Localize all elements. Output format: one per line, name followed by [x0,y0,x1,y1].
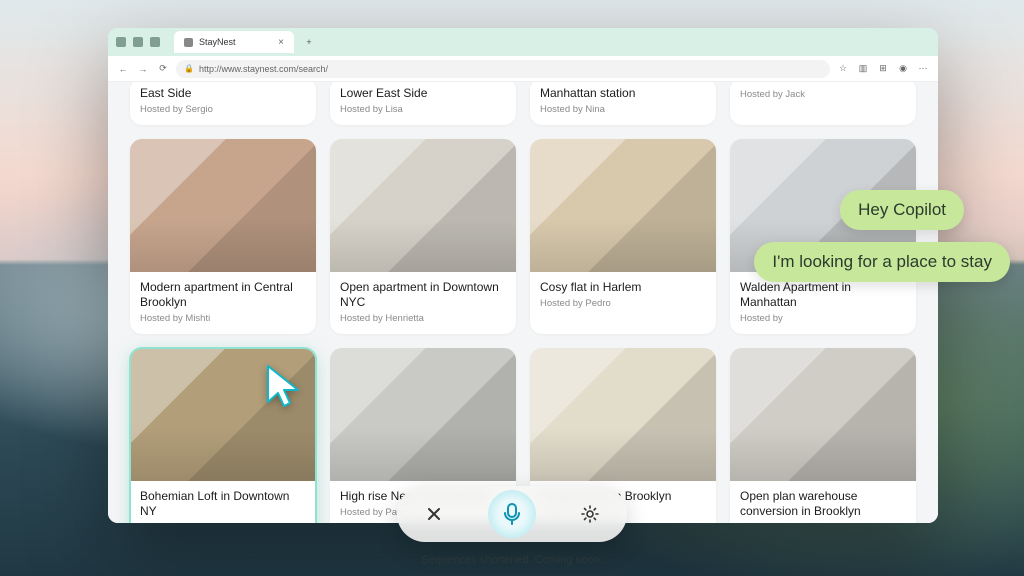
listing-card[interactable]: Hosted by Jack [730,82,916,125]
browser-tab[interactable]: StayNest × [174,31,294,53]
listing-card[interactable]: East Side Hosted by Sergio [130,82,316,125]
chat-bubble: I'm looking for a place to stay [754,242,1010,282]
tab-actions-icon[interactable] [150,37,160,47]
listing-image [330,348,516,481]
listing-host: Hosted by Nelson [140,522,306,523]
browser-titlebar: StayNest × + [108,28,938,56]
menu-icon[interactable]: ⋯ [916,62,930,76]
chat-bubble: Hey Copilot [840,190,964,230]
listing-card[interactable]: Open apartment in Downtown NYC Hosted by… [330,139,516,334]
listing-image [330,139,516,272]
lock-icon: 🔒 [184,64,194,73]
copilot-voice-bar [397,486,627,542]
back-button[interactable]: ← [116,62,130,76]
listing-image [130,348,316,481]
listing-card[interactable]: Cosy flat in Harlem Hosted by Pedro [530,139,716,334]
desktop-wallpaper: StayNest × + ← → ⟳ 🔒 http://www.staynest… [0,0,1024,576]
microphone-button[interactable] [488,490,536,538]
listing-host: Hosted by Sergio [140,104,306,115]
extensions-icon[interactable]: ⊞ [876,62,890,76]
listing-image [730,348,916,481]
listing-title: Lower East Side [340,86,506,101]
new-tab-button[interactable]: + [300,33,318,51]
favicon-icon [184,38,193,47]
disclaimer-text: Sequences shortened. Coming soon. [421,554,602,566]
listing-image [530,139,716,272]
listing-card[interactable]: Open plan warehouse conversion in Brookl… [730,348,916,523]
listing-host: Hosted by Jiao [740,522,906,523]
forward-button[interactable]: → [136,62,150,76]
listing-title: Open apartment in Downtown NYC [340,280,506,310]
tab-title: StayNest [199,37,236,47]
close-button[interactable] [414,494,454,534]
tab-close-icon[interactable]: × [278,37,284,48]
listing-image [130,139,316,272]
listing-card[interactable]: Manhattan station Hosted by Nina [530,82,716,125]
listing-host: Hosted by Lisa [340,104,506,115]
listing-image [530,348,716,481]
collections-icon[interactable]: ▥ [856,62,870,76]
settings-button[interactable] [570,494,610,534]
listing-host: Hosted by Pedro [540,298,706,309]
listing-card-selected[interactable]: Bohemian Loft in Downtown NY Hosted by N… [130,348,316,523]
listing-card[interactable]: Modern apartment in Central Brooklyn Hos… [130,139,316,334]
listing-card[interactable]: Walden Apartment in Manhattan Hosted by [730,139,916,334]
address-bar[interactable]: 🔒 http://www.staynest.com/search/ [176,60,830,78]
listing-title: Cosy flat in Harlem [540,280,706,295]
workspaces-icon[interactable] [133,37,143,47]
listing-title: Bohemian Loft in Downtown NY [140,489,306,519]
listing-title: Walden Apartment in Manhattan [740,280,906,310]
listing-host: Hosted by [740,313,906,324]
favorites-icon[interactable]: ☆ [836,62,850,76]
listing-title: Open plan warehouse conversion in Brookl… [740,489,906,519]
profile-icon[interactable]: ◉ [896,62,910,76]
browser-toolbar: ← → ⟳ 🔒 http://www.staynest.com/search/ … [108,56,938,82]
edge-logo-icon [116,37,126,47]
page-content: East Side Hosted by Sergio Lower East Si… [108,82,938,523]
refresh-button[interactable]: ⟳ [156,62,170,76]
url-text: http://www.staynest.com/search/ [199,64,328,74]
listing-title: Modern apartment in Central Brooklyn [140,280,306,310]
listing-host: Hosted by Henrietta [340,313,506,324]
listing-host: Hosted by Jack [740,89,906,100]
listing-host: Hosted by Mishti [140,313,306,324]
listing-host: Hosted by Nina [540,104,706,115]
listing-title: East Side [140,86,306,101]
listing-card[interactable]: Lower East Side Hosted by Lisa [330,82,516,125]
listing-title: Manhattan station [540,86,706,101]
